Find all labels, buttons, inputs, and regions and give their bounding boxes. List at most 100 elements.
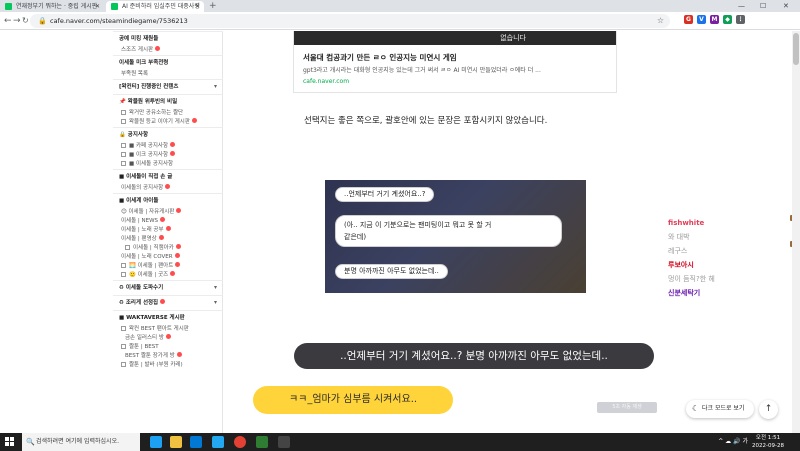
- link-preview-card[interactable]: 없습니다 서울대 컴공과기 만든 ㄹㅇ 인공지능 미연시 게임 gpt3라고 개…: [293, 31, 617, 93]
- browser-tab-1[interactable]: 연재정부기 뭐하는 · 중립 게시판 ✕: [0, 1, 104, 12]
- sidebar-section-header[interactable]: ■ 이세계 아이돌: [113, 193, 223, 207]
- sidebar-section-header[interactable]: ■ 이세돌이 직접 손 글: [113, 169, 223, 183]
- sidebar-item-label: 이세돌 | 직캠아카: [133, 245, 174, 251]
- sidebar-section-header[interactable]: 공예 미킹 재원들: [113, 31, 223, 45]
- chrome-app-icon[interactable]: [234, 436, 246, 448]
- chat-username: 신분세탁기: [668, 289, 701, 297]
- edge-app-icon[interactable]: [150, 436, 162, 448]
- sidebar-section-header[interactable]: 📌 왁물원 위투빈의 비밀: [113, 94, 223, 108]
- sidebar-menu-item[interactable]: ■ 이세돌 공지사항: [113, 160, 223, 169]
- sidebar-menu-item[interactable]: BEST 짤툰 장가게 방: [113, 352, 223, 361]
- sidebar-section-header[interactable]: [왁컨티] 진행중인 컨텐츠 ▾: [113, 79, 223, 93]
- board-icon: [121, 263, 126, 268]
- sidebar-section-header[interactable]: 🔒 공지사항: [113, 127, 223, 141]
- sidebar-menu-item[interactable]: 왁물원 등교 이야기 게시판: [113, 118, 223, 127]
- sidebar-section-header[interactable]: 이세돌 미크 부족전령: [113, 55, 223, 69]
- url-text[interactable]: cafe.naver.com/steamindiegame/7536213: [50, 14, 188, 28]
- sidebar-section-header[interactable]: ■ WAKTAVERSE 게시판: [113, 310, 223, 324]
- minimize-button[interactable]: —: [738, 0, 745, 12]
- extension-icon[interactable]: V: [697, 15, 706, 24]
- sidebar-item-label: 🙂 이세돌 | 굿즈: [129, 272, 169, 278]
- clock-time: 오전 1:51: [755, 435, 781, 441]
- sidebar-menu-item[interactable]: ■ 카페 공지사항: [113, 142, 223, 151]
- sidebar-menu-item[interactable]: 부족원 목록: [113, 70, 223, 79]
- sidebar-menu-item[interactable]: 이세돌 | 노래 COVER: [113, 253, 223, 262]
- taskbar-search-box[interactable]: 🔍 검색하려면 여기에 입력하십시오.: [22, 433, 140, 451]
- dialogue-bubble: (아.. 지금 이 기분으로는 팬미팅이고 뭐고 못 할 거 같은데): [335, 215, 562, 247]
- chevron-down-icon[interactable]: ▾: [214, 296, 217, 309]
- tab-title: 연재정부기 뭐하는 · 중립 게시판: [16, 3, 98, 10]
- sidebar-menu-item[interactable]: 😊 이세돌 | 자유게시판: [113, 208, 223, 217]
- app-dark-app-icon[interactable]: [278, 436, 290, 448]
- chat-message: 와 대박: [668, 233, 690, 241]
- scrollbar-thumb[interactable]: [793, 33, 799, 65]
- bookmark-star-icon[interactable]: ☆: [657, 14, 664, 28]
- sidebar-menu-item[interactable]: 이세돌의 공지사항: [113, 184, 223, 193]
- extension-icon[interactable]: G: [684, 15, 693, 24]
- new-badge-icon: [170, 151, 176, 156]
- board-icon: [121, 362, 126, 367]
- extension-icon[interactable]: M: [710, 15, 719, 24]
- maximize-button[interactable]: ☐: [760, 0, 766, 12]
- windows-taskbar: 🔍 검색하려면 여기에 입력하십시오. ^ ☁ 🔊 가 오전 1:51 2022…: [0, 433, 800, 451]
- chevron-down-icon[interactable]: ▾: [214, 80, 217, 93]
- naver-cafe-icon: [111, 3, 118, 10]
- sidebar-item-label: 왁컨 BEST 팬아트 게시판: [129, 326, 189, 332]
- subtitle-yellow: ㅋㅋ_엄마가 심부름 시켜서요..: [253, 386, 453, 414]
- sidebar-menu-item[interactable]: 이세돌 | 직캠아카: [113, 244, 223, 253]
- sidebar-menu-item[interactable]: 이세돌 | 팬영상: [113, 235, 223, 244]
- post-content: 없습니다 서울대 컴공과기 만든 ㄹㅇ 인공지능 미연시 게임 gpt3라고 개…: [223, 31, 680, 433]
- dialogue-bubble: ..언제부터 거기 계셨어요..?: [335, 187, 435, 202]
- new-badge-icon: [155, 46, 161, 51]
- browser-tab-2[interactable]: AI 준비하러 임실주민 대중사령 ✕: [106, 1, 204, 12]
- taskbar-clock[interactable]: 오전 1:51 2022-09-28: [752, 434, 784, 450]
- windows-start-icon[interactable]: [5, 437, 15, 447]
- preview-image: 없습니다: [294, 31, 616, 45]
- sidebar-menu-item[interactable]: 🌅 이세돌 | 팬아트: [113, 262, 223, 271]
- chevron-down-icon[interactable]: ▾: [214, 281, 217, 294]
- app-green-app-icon[interactable]: [256, 436, 268, 448]
- game-screenshot-image: ..언제부터 거기 계셨어요..? (아.. 지금 이 기분으로는 팬미팅이고 …: [325, 180, 586, 293]
- sidebar-menu-item[interactable]: 이세돌 | NEWS: [113, 217, 223, 226]
- sidebar-menu-item[interactable]: ■ 이크 공지사항: [113, 151, 223, 160]
- reload-button[interactable]: ↻: [22, 15, 29, 27]
- address-bar[interactable]: 🔒 cafe.naver.com/steamindiegame/7536213 …: [30, 14, 670, 28]
- sidebar-item-label: 왁거만 공유소하는 짤단: [129, 110, 184, 116]
- back-button[interactable]: ←: [4, 15, 12, 27]
- sidebar-menu-item[interactable]: 스조즈 게시판: [113, 46, 223, 55]
- explorer-app-icon[interactable]: [170, 436, 182, 448]
- vscode-app-icon[interactable]: [212, 436, 224, 448]
- sidebar-item-label: 스조즈 게시판: [121, 47, 154, 53]
- sidebar-section-header[interactable]: ♻ 이세돌 도파수기 ▾: [113, 280, 223, 294]
- preview-url[interactable]: cafe.naver.com: [303, 78, 349, 85]
- sidebar-menu-item[interactable]: 🙂 이세돌 | 굿즈: [113, 271, 223, 280]
- sidebar-menu-item[interactable]: 이세돌 | 노래 공부: [113, 226, 223, 235]
- dialogue-line: 같은데): [344, 233, 367, 241]
- preview-image-text: 없습니다: [500, 34, 526, 42]
- store-app-icon[interactable]: [190, 436, 202, 448]
- post-paragraph: 선택지는 좋은 쪽으로, 괄호안에 있는 문장은 포함시키지 않았습니다.: [304, 116, 548, 126]
- new-badge-icon: [170, 142, 176, 147]
- dialogue-line: (아.. 지금 이 기분으로는 팬미팅이고 뭐고 못 할 거: [344, 221, 492, 229]
- sidebar-item-label: 금손 일러스티 방: [125, 335, 164, 341]
- page-scrollbar[interactable]: [792, 31, 800, 433]
- dark-mode-button[interactable]: ☾ 다크 모드로 보기: [686, 400, 754, 418]
- close-window-button[interactable]: ✕: [783, 0, 789, 12]
- forward-button[interactable]: →: [13, 15, 21, 27]
- extension-icon[interactable]: ⋮: [736, 15, 745, 24]
- close-tab-icon[interactable]: ✕: [195, 1, 200, 12]
- new-badge-icon: [158, 235, 164, 240]
- close-tab-icon[interactable]: ✕: [95, 1, 100, 12]
- system-tray-icons[interactable]: ^ ☁ 🔊 가: [718, 433, 748, 451]
- sidebar-menu-item[interactable]: 금손 일러스티 방: [113, 334, 223, 343]
- sidebar-menu-item[interactable]: 왁거만 공유소하는 짤단: [113, 109, 223, 118]
- new-tab-button[interactable]: +: [209, 0, 217, 12]
- extension-icon[interactable]: ◆: [723, 15, 732, 24]
- preview-title[interactable]: 서울대 컴공과기 만든 ㄹㅇ 인공지능 미연시 게임: [303, 52, 457, 63]
- scroll-to-top-button[interactable]: ↑: [759, 400, 778, 419]
- sidebar-item-label: ■ 카페 공지사항: [129, 143, 169, 149]
- sidebar-section-header[interactable]: ♻ 조리게 선정집 ▾: [113, 295, 223, 309]
- sidebar-menu-item[interactable]: 왁컨 BEST 팬아트 게시판: [113, 325, 223, 334]
- sidebar-menu-item[interactable]: 짤툰 | 발바 (부원 카레): [113, 361, 223, 370]
- sidebar-menu-item[interactable]: 짤툰 | BEST: [113, 343, 223, 352]
